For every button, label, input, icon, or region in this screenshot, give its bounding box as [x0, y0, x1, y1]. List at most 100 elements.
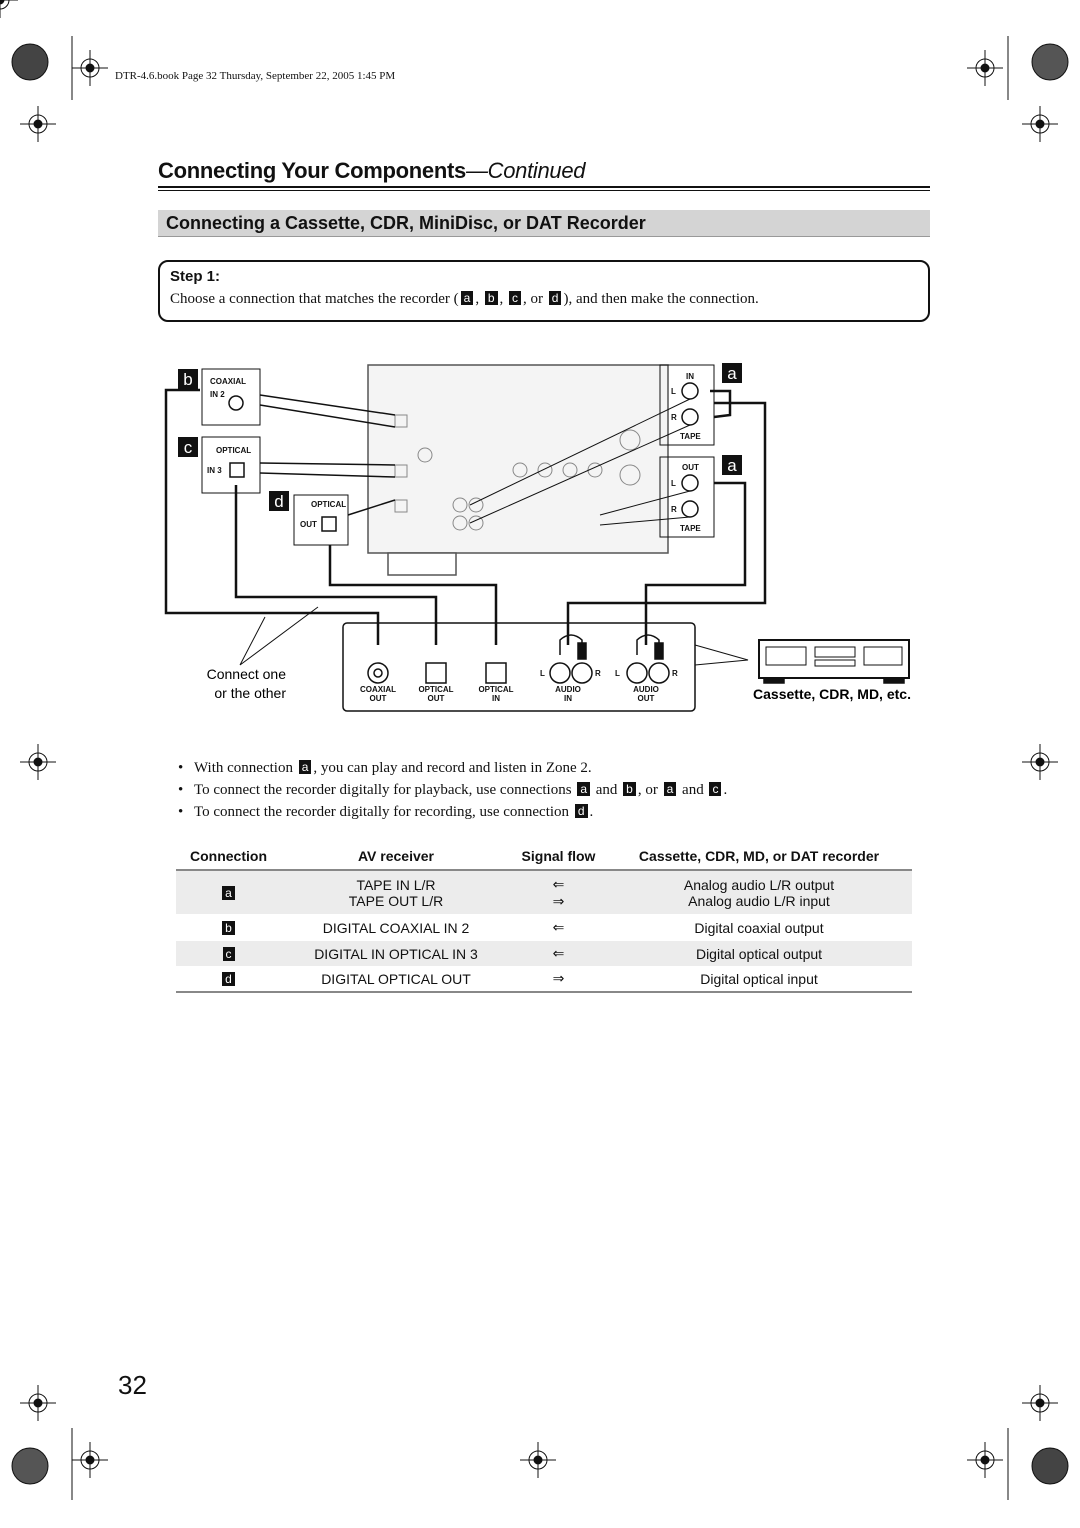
badge-c: c: [184, 438, 193, 457]
label-in2: IN 2: [210, 390, 225, 399]
jack-label: OUT: [370, 694, 387, 703]
label-l: L: [671, 387, 676, 396]
jack-label: COAXIAL: [360, 685, 396, 694]
text: and: [678, 782, 708, 798]
label-tape: TAPE: [680, 524, 701, 533]
badge-d: d: [548, 291, 562, 305]
jack-label: IN: [564, 694, 572, 703]
label-r: R: [671, 413, 677, 422]
col-connection: Connection: [176, 846, 281, 871]
label-l: L: [615, 669, 620, 678]
text: Choose a connection that matches the rec…: [170, 291, 459, 307]
label-r: R: [595, 669, 601, 678]
book-info: DTR-4.6.book Page 32 Thursday, September…: [115, 70, 396, 82]
col-recorder: Cassette, CDR, MD, or DAT recorder: [606, 846, 912, 871]
page-number: 32: [118, 1370, 147, 1400]
label-coaxial: COAXIAL: [210, 377, 246, 386]
text: ,: [499, 291, 508, 307]
text: With connection: [194, 760, 297, 776]
cell: Digital optical input: [606, 966, 912, 993]
arrow-right-icon: ⇒: [511, 966, 606, 993]
cell: DIGITAL OPTICAL OUT: [281, 966, 511, 993]
step-label: Step 1:: [170, 268, 221, 285]
text: , or: [637, 782, 662, 798]
label-optical: OPTICAL: [311, 500, 346, 509]
text: ,: [475, 291, 483, 307]
label-in3: IN 3: [207, 466, 222, 475]
connection-table: Connection AV receiver Signal flow Casse…: [176, 846, 912, 993]
table-row: a TAPE IN L/R TAPE OUT L/R ⇐ ⇒ Analog audi…: [176, 870, 912, 914]
cell: Analog audio L/R input: [688, 892, 830, 909]
label-out: OUT: [300, 520, 317, 529]
badge-a: a: [460, 291, 474, 305]
divider: [158, 190, 930, 191]
cell: TAPE OUT L/R: [348, 892, 444, 909]
label-l: L: [671, 479, 676, 488]
table-row: b DIGITAL COAXIAL IN 2 ⇐ Digital coaxial…: [176, 914, 912, 941]
jack-label: OPTICAL: [478, 685, 513, 694]
title-text: Connecting Your Components: [158, 158, 466, 183]
badge-b: b: [623, 782, 636, 796]
jack-label: AUDIO: [633, 685, 659, 694]
arrow-left-icon: ⇐: [552, 919, 565, 935]
label-l: L: [540, 669, 545, 678]
badge-a: a: [222, 885, 235, 900]
badge-a: a: [727, 364, 737, 383]
text: , or: [523, 291, 547, 307]
or-other-label: or the other: [214, 685, 286, 701]
jack-label: OPTICAL: [418, 685, 453, 694]
text: .: [589, 804, 594, 820]
title-suffix: —Continued: [465, 158, 586, 183]
table-row: c DIGITAL IN OPTICAL IN 3 ⇐ Digital opti…: [176, 941, 912, 966]
label-tape: TAPE: [680, 432, 701, 441]
arrow-left-icon: ⇐: [511, 941, 606, 966]
cell: Digital coaxial output: [694, 919, 824, 936]
arrow-right-icon: ⇒: [552, 892, 565, 909]
col-av-receiver: AV receiver: [281, 846, 511, 871]
connection-diagram: b c d a a COAXIAL IN 2 OPTICAL IN 3 OPTI…: [164, 363, 911, 712]
list-item: To connect the recorder digitally for pl…: [178, 782, 727, 799]
badge-d: d: [274, 492, 283, 511]
step-box: Step 1: Choose a connection that matches…: [158, 260, 930, 322]
step-text: Choose a connection that matches the rec…: [170, 291, 759, 308]
jack-label: IN: [492, 694, 500, 703]
divider: [158, 186, 930, 188]
list-item: To connect the recorder digitally for re…: [178, 804, 727, 821]
badge-c: c: [509, 291, 522, 305]
badge-c: c: [709, 782, 722, 796]
text: and: [592, 782, 622, 798]
badge-c: c: [222, 946, 235, 961]
badge-a: a: [577, 782, 590, 796]
section-title: Connecting a Cassette, CDR, MiniDisc, or…: [158, 210, 930, 237]
label-in: IN: [686, 372, 694, 381]
badge-b: b: [484, 291, 498, 305]
cell: Analog audio L/R output: [683, 876, 835, 893]
jack-label: OUT: [638, 694, 655, 703]
badge-b: b: [183, 370, 192, 389]
cell: DIGITAL IN OPTICAL IN 3: [281, 941, 511, 966]
jack-label: AUDIO: [555, 685, 581, 694]
page-title: Connecting Your Components—Continued: [158, 158, 586, 184]
notes-list: With connection a , you can play and reco…: [178, 760, 727, 826]
connect-one-label: Connect one: [207, 666, 287, 682]
text: To connect the recorder digitally for re…: [194, 804, 573, 820]
text: , you can play and record and listen in …: [313, 760, 592, 776]
text: .: [723, 782, 728, 798]
table-row: d DIGITAL OPTICAL OUT ⇒ Digital optical …: [176, 966, 912, 993]
cell: Digital optical output: [606, 941, 912, 966]
badge-a: a: [727, 456, 737, 475]
arrow-left-icon: ⇐: [552, 875, 565, 892]
text: To connect the recorder digitally for pl…: [194, 782, 576, 798]
badge-d: d: [222, 971, 235, 986]
label-out: OUT: [682, 463, 699, 472]
label-r: R: [672, 669, 678, 678]
badge-d: d: [574, 804, 588, 818]
col-signal-flow: Signal flow: [511, 846, 606, 871]
badge-a: a: [663, 782, 677, 796]
cell: DIGITAL COAXIAL IN 2: [322, 919, 470, 936]
jack-label: OUT: [428, 694, 445, 703]
cell: TAPE IN L/R: [356, 876, 436, 893]
badge-b: b: [222, 920, 235, 935]
list-item: With connection a, you can play and reco…: [178, 760, 727, 777]
label-optical: OPTICAL: [216, 446, 251, 455]
